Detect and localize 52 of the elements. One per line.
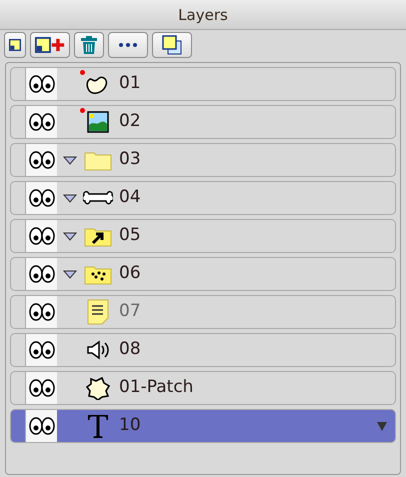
toolbar-button[interactable] [30, 32, 70, 58]
speaker-icon [86, 340, 110, 360]
layer-name: 03 [119, 148, 141, 172]
layer-row[interactable]: 01 [10, 67, 396, 101]
layer-name: 07 [119, 300, 141, 324]
eyes-icon[interactable] [25, 144, 57, 176]
patch-icon [86, 376, 110, 400]
toolbar-button[interactable] [152, 32, 192, 58]
toolbar-button[interactable] [74, 32, 104, 58]
layer-name: 01-Patch [119, 376, 194, 400]
image-icon [87, 111, 109, 133]
more-icon [119, 43, 137, 47]
new-layer-plus-icon [35, 36, 65, 54]
eyes-icon[interactable] [25, 296, 57, 328]
eyes-icon[interactable] [25, 182, 57, 214]
toolbar-button[interactable] [108, 32, 148, 58]
toolbar-button[interactable] [4, 32, 26, 58]
layer-row[interactable]: 06 [10, 257, 396, 291]
eyes-icon[interactable] [25, 334, 57, 366]
layer-row[interactable]: 08 [10, 333, 396, 367]
layer-name: 02 [119, 110, 141, 134]
layer-name: 08 [119, 338, 141, 362]
layer-row[interactable]: 01-Patch [10, 371, 396, 405]
text-icon [86, 413, 110, 439]
trash-icon [81, 36, 97, 54]
eyes-icon[interactable] [25, 410, 57, 442]
new-layer-icon [9, 36, 21, 54]
layer-row[interactable]: 03 [10, 143, 396, 177]
layer-name: 06 [119, 262, 141, 286]
expand-toggle-icon[interactable] [63, 270, 77, 278]
layer-row[interactable]: 10 [10, 409, 396, 443]
note-icon [87, 299, 109, 325]
layer-row[interactable]: 07 [10, 295, 396, 329]
eyes-icon[interactable] [25, 258, 57, 290]
dropdown-arrow-icon[interactable] [377, 422, 387, 430]
eyes-icon[interactable] [25, 106, 57, 138]
expand-toggle-icon[interactable] [63, 194, 77, 202]
panel-title: Layers [0, 0, 406, 30]
layer-name: 05 [119, 224, 141, 248]
layer-name: 10 [119, 414, 141, 438]
expand-toggle-icon[interactable] [63, 232, 77, 240]
eyes-icon[interactable] [25, 220, 57, 252]
layer-row[interactable]: 04 [10, 181, 396, 215]
layer-name: 01 [119, 72, 141, 96]
eyes-icon[interactable] [25, 68, 57, 100]
expand-toggle-icon[interactable] [63, 156, 77, 164]
eyes-icon[interactable] [25, 372, 57, 404]
layer-row[interactable]: 05 [10, 219, 396, 253]
layer-row[interactable]: 02 [10, 105, 396, 139]
bone-icon [83, 189, 113, 207]
duplicate-icon [162, 35, 182, 55]
layer-name: 04 [119, 186, 141, 210]
